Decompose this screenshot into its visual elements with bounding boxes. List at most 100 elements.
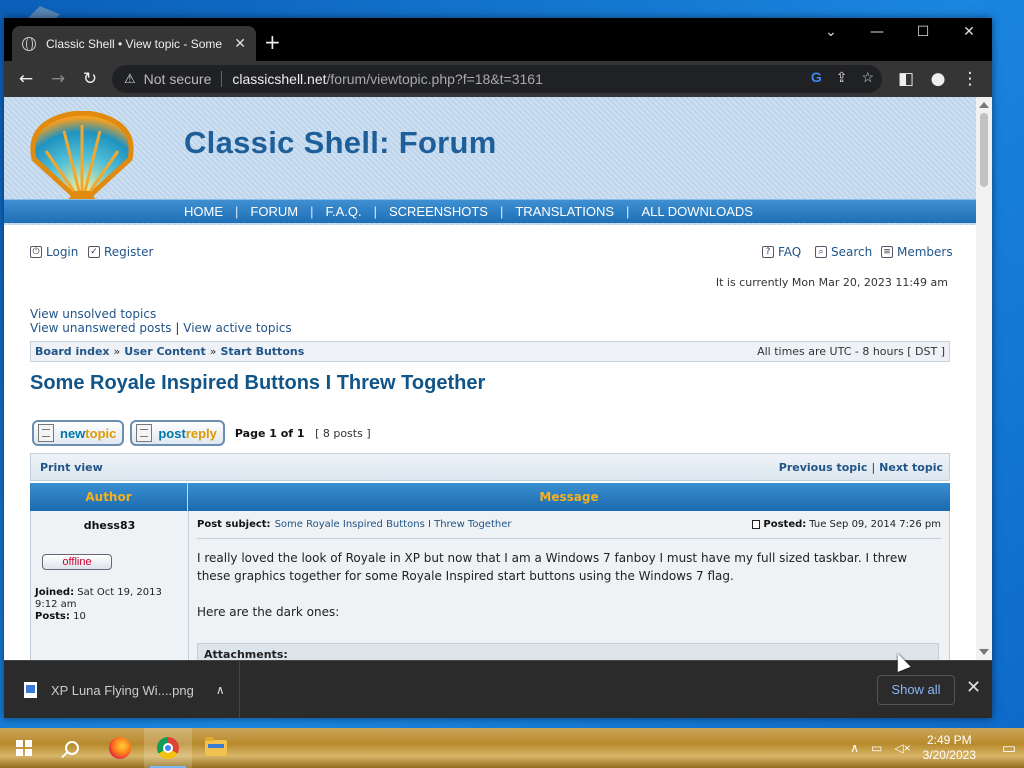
view-unanswered-link[interactable]: View unanswered posts — [30, 321, 172, 335]
taskbar-file-explorer[interactable] — [192, 728, 240, 768]
chrome-icon — [157, 737, 179, 759]
faq-link[interactable]: ? FAQ — [762, 245, 801, 259]
attachments-heading: Attachments: — [204, 648, 288, 660]
firefox-icon — [109, 737, 131, 759]
members-icon: ≡ — [881, 246, 893, 258]
breadcrumb-user-content[interactable]: User Content — [124, 345, 205, 358]
notification-icon[interactable]: ▭ — [994, 739, 1024, 757]
topic-title[interactable]: Some Royale Inspired Buttons I Threw Tog… — [30, 372, 485, 395]
post-reply-label-b: reply — [185, 425, 217, 441]
print-bar: Print view Previous topic | Next topic — [30, 453, 950, 481]
current-time: It is currently Mon Mar 20, 2023 11:49 a… — [715, 276, 948, 289]
members-label[interactable]: Members — [897, 245, 953, 259]
search-link[interactable]: ⌕ Search — [815, 245, 872, 259]
posts-label: Posts: — [35, 611, 70, 622]
subject-label: Post subject: — [197, 519, 271, 530]
forward-arrow-icon[interactable]: → — [42, 69, 74, 89]
scroll-thumb[interactable] — [980, 113, 988, 187]
status-badge: offline — [42, 554, 112, 570]
view-active-link[interactable]: View active topics — [183, 321, 291, 335]
post-subject[interactable]: Some Royale Inspired Buttons I Threw Tog… — [275, 519, 512, 530]
login-label[interactable]: Login — [46, 245, 78, 259]
minimize-button[interactable]: — — [862, 24, 892, 40]
scroll-down-icon[interactable] — [979, 649, 989, 655]
post-body: I really loved the look of Royale in XP … — [197, 549, 941, 621]
print-view-link[interactable]: Print view — [40, 461, 103, 474]
prev-topic-link[interactable]: Previous topic — [779, 461, 868, 474]
document-icon — [38, 424, 54, 442]
view-unsolved-link[interactable]: View unsolved topics — [30, 307, 292, 321]
next-topic-link[interactable]: Next topic — [879, 461, 943, 474]
post-icon[interactable] — [752, 520, 761, 529]
network-icon[interactable]: ▭ — [871, 741, 882, 755]
chevron-up-icon[interactable]: ∧ — [216, 683, 225, 697]
chevron-up-icon[interactable]: ∧ — [850, 741, 859, 755]
forum-nav: HOME | FORUM | F.A.Q. | SCREENSHOTS | TRANSL… — [4, 199, 976, 223]
close-window-button[interactable]: ✕ — [954, 24, 984, 40]
separator: | — [871, 460, 876, 474]
faq-label[interactable]: FAQ — [778, 245, 801, 259]
show-all-button[interactable]: Show all — [877, 675, 955, 705]
forum-title: Classic Shell: Forum — [184, 125, 497, 160]
browser-window: Classic Shell • View topic - Some ✕ + ⌄ … — [4, 18, 992, 718]
members-link[interactable]: ≡ Members — [881, 245, 953, 259]
volume-icon[interactable]: ◁× — [894, 741, 910, 755]
register-label[interactable]: Register — [104, 245, 153, 259]
reload-icon[interactable]: ↻ — [74, 69, 106, 89]
bookmark-star-icon[interactable]: ☆ — [861, 69, 874, 86]
profile-icon[interactable]: ● — [922, 69, 954, 89]
nav-all-downloads[interactable]: ALL DOWNLOADS — [641, 204, 753, 219]
not-secure-label[interactable]: Not secure — [144, 71, 212, 87]
login-icon: ⏻ — [30, 246, 42, 258]
nav-forum[interactable]: FORUM — [250, 204, 298, 219]
globe-icon — [22, 36, 36, 51]
side-panel-icon[interactable]: ◧ — [890, 69, 922, 89]
address-bar[interactable]: ⚠ Not secure classicshell.net /forum/vie… — [112, 65, 882, 93]
message-column-header: Message — [539, 490, 599, 504]
tab-search-icon[interactable]: ⌄ — [816, 24, 846, 40]
download-bar: XP Luna Flying Wi....png ∧ Show all ✕ — [4, 660, 992, 718]
taskbar-search-button[interactable] — [48, 728, 96, 768]
new-tab-button[interactable]: + — [264, 32, 281, 52]
browser-tab[interactable]: Classic Shell • View topic - Some ✕ — [12, 26, 256, 61]
taskbar-firefox[interactable] — [96, 728, 144, 768]
breadcrumb-board-index[interactable]: Board index — [35, 345, 110, 358]
author-column-header: Author — [30, 483, 188, 511]
search-label[interactable]: Search — [831, 245, 872, 259]
post-reply-button[interactable]: post reply — [130, 420, 225, 446]
nav-faq[interactable]: F.A.Q. — [325, 204, 361, 219]
scroll-up-icon[interactable] — [979, 102, 989, 108]
clock[interactable]: 2:49 PM 3/20/2023 — [923, 733, 976, 763]
maximize-button[interactable]: ☐ — [908, 24, 938, 40]
back-arrow-icon[interactable]: ← — [10, 69, 42, 89]
download-filename[interactable]: XP Luna Flying Wi....png — [51, 683, 194, 698]
start-button[interactable] — [0, 728, 48, 768]
register-link[interactable]: ✓ Register — [88, 245, 153, 259]
download-item[interactable]: XP Luna Flying Wi....png ∧ — [4, 661, 240, 718]
new-topic-label-b: topic — [85, 425, 117, 441]
posts-number: 10 — [73, 611, 86, 622]
taskbar-chrome[interactable] — [144, 728, 192, 768]
nav-screenshots[interactable]: SCREENSHOTS — [389, 204, 488, 219]
topic-actions: new topic post reply Page 1 of 1 [ 8 posts… — [32, 420, 371, 446]
login-link[interactable]: ⏻ Login — [30, 245, 78, 259]
google-icon[interactable]: G — [811, 69, 822, 86]
url-path: /forum/viewtopic.php?f=18&t=3161 — [326, 71, 543, 87]
close-tab-icon[interactable]: ✕ — [234, 35, 246, 52]
faq-icon: ? — [762, 246, 774, 258]
warning-icon[interactable]: ⚠ — [124, 71, 136, 87]
new-topic-label-a: new — [60, 425, 86, 441]
post-author-panel: dhess83 offline Joined: Sat Oct 19, 2013… — [31, 511, 189, 660]
posted-info: Posted: Tue Sep 09, 2014 7:26 pm — [752, 519, 941, 530]
breadcrumb-start-buttons[interactable]: Start Buttons — [220, 345, 304, 358]
nav-translations[interactable]: TRANSLATIONS — [515, 204, 614, 219]
menu-dots-icon[interactable]: ⋮ — [954, 69, 986, 89]
close-download-bar-icon[interactable]: ✕ — [966, 677, 981, 698]
share-icon[interactable]: ⇪ — [836, 69, 848, 86]
nav-home[interactable]: HOME — [184, 204, 223, 219]
folder-icon — [205, 737, 227, 756]
vertical-scrollbar[interactable] — [976, 97, 992, 660]
search-icon: ⌕ — [815, 246, 827, 258]
new-topic-button[interactable]: new topic — [32, 420, 125, 446]
post-author[interactable]: dhess83 — [35, 519, 184, 532]
